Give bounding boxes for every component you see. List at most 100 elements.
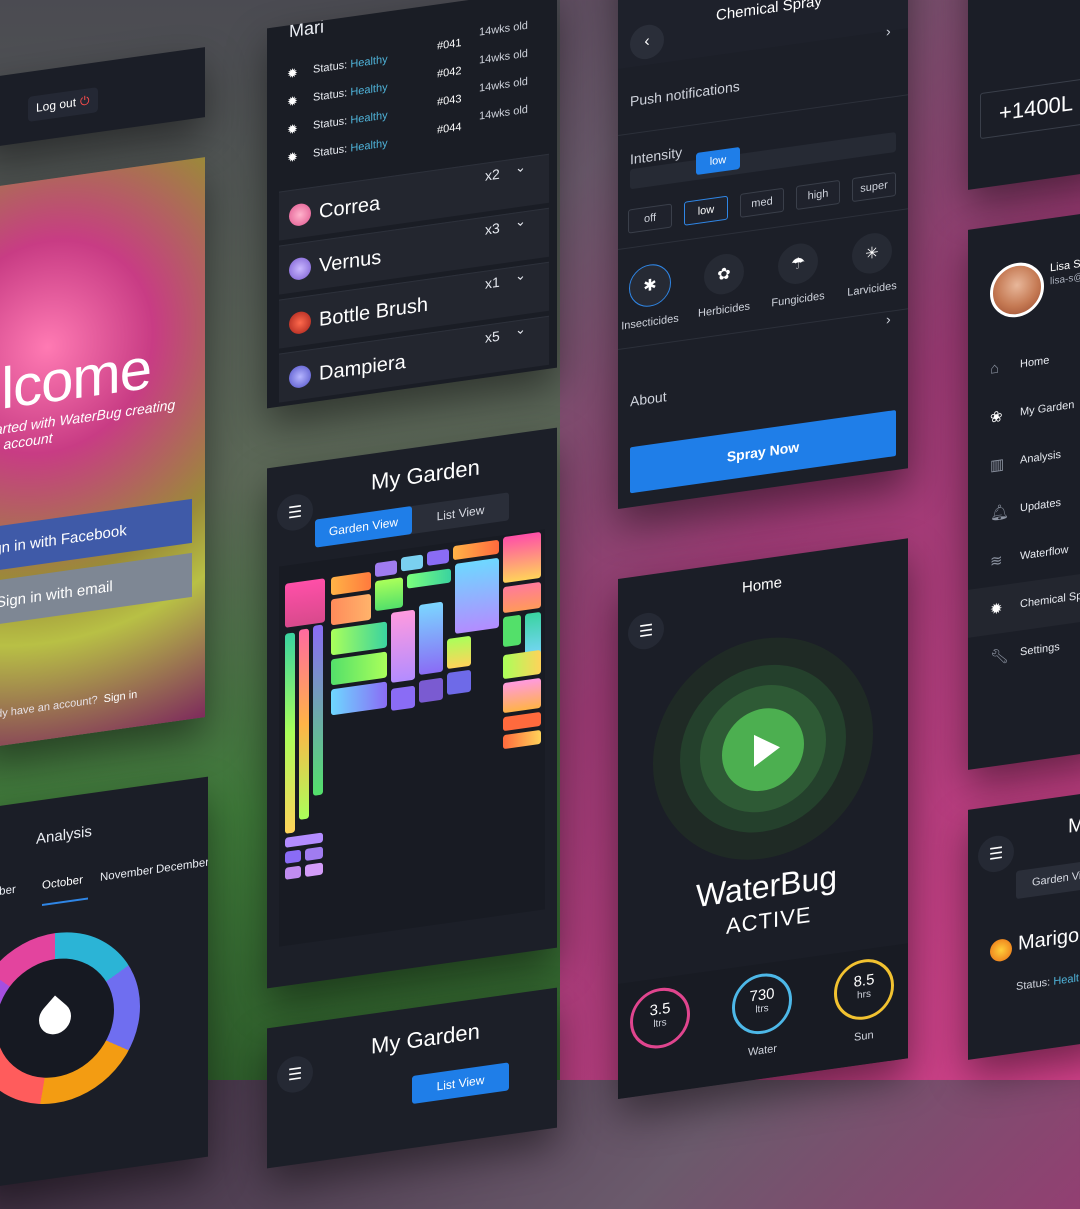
garden-plot[interactable]: [401, 554, 423, 572]
chevron-right-icon[interactable]: ›: [886, 311, 891, 328]
plant-name: Marigo: [1018, 924, 1080, 955]
garden-plot[interactable]: [375, 577, 403, 612]
plant-number: #042: [437, 65, 462, 81]
analysis-card: Analysis tember October November Decembe…: [0, 776, 208, 1189]
garden-plot[interactable]: [331, 593, 371, 626]
status-value: Healthy: [350, 53, 388, 71]
chemical-fungicides[interactable]: ☂ Fungicides: [768, 240, 828, 310]
chemical-label: Herbicides: [698, 300, 750, 320]
garden-plot[interactable]: [331, 621, 387, 656]
garden-plot[interactable]: [503, 649, 541, 680]
level-high[interactable]: high: [796, 179, 840, 211]
garden-plot[interactable]: [331, 651, 387, 686]
tab-month[interactable]: December: [156, 857, 208, 876]
plant-name: Bottle Brush: [319, 293, 428, 332]
level-off[interactable]: off: [628, 203, 672, 234]
garden-plot[interactable]: [447, 635, 471, 670]
water-total-value: +1400L: [980, 76, 1080, 140]
garden-plot[interactable]: [285, 832, 323, 848]
logout-button[interactable]: Log out ⏻: [28, 87, 98, 122]
signin-link[interactable]: Sign in: [104, 689, 138, 706]
spray-now-button[interactable]: Spray Now: [630, 409, 896, 494]
hamburger-menu-icon[interactable]: ☰: [628, 610, 664, 652]
garden-plot[interactable]: [391, 609, 415, 683]
garden-plot[interactable]: [375, 560, 397, 578]
level-med[interactable]: med: [740, 187, 784, 218]
garden-plot[interactable]: [305, 846, 323, 862]
status-label: Status:: [313, 143, 348, 160]
garden-plot[interactable]: [285, 849, 301, 864]
chemical-insecticides[interactable]: ✱ Insecticides: [620, 260, 680, 333]
tab-list-view[interactable]: List View: [412, 492, 509, 534]
garden-plot[interactable]: [503, 581, 541, 614]
chemical-larvicides[interactable]: ✳ Larvicides: [842, 229, 902, 299]
garden-plot[interactable]: [285, 632, 295, 834]
garden-plot[interactable]: [419, 601, 443, 676]
garden-plot[interactable]: [503, 677, 541, 714]
garden-plot[interactable]: [299, 628, 309, 820]
month-tabs: tember October November December: [0, 857, 208, 915]
plant-name: Correa: [319, 192, 381, 224]
push-notifications-label[interactable]: Push notifications: [630, 78, 740, 109]
home-icon: ⌂: [990, 359, 1000, 378]
status-label: Status:: [1016, 976, 1051, 994]
tab-garden-view[interactable]: Garden Vi: [1016, 857, 1080, 900]
garden-plot[interactable]: [419, 677, 443, 704]
garden-plot[interactable]: [331, 571, 371, 596]
chevron-right-icon[interactable]: ›: [886, 23, 891, 40]
garden-plot[interactable]: [285, 578, 325, 628]
garden-plot[interactable]: [285, 865, 301, 880]
user-email: lisa-s@: [1050, 271, 1080, 288]
garden-title: My Garden: [371, 454, 480, 495]
have-account-text: ady have an account? Sign in: [0, 689, 137, 722]
flower-icon: [289, 256, 311, 282]
chevron-down-icon[interactable]: ⌄: [515, 213, 526, 231]
plant-qty: x1: [485, 273, 500, 292]
hamburger-menu-icon[interactable]: ☰: [277, 1053, 313, 1095]
garden-plot[interactable]: [453, 539, 499, 561]
gear-icon: ✹: [287, 93, 298, 110]
tab-month[interactable]: tember: [0, 884, 16, 901]
hamburger-menu-icon[interactable]: ☰: [277, 491, 313, 533]
nav-drawer-card: Lisa S lisa-s@ ⌂ Home ❀ My Garden ▥ Analysi…: [968, 210, 1080, 770]
tab-month[interactable]: November: [100, 864, 153, 883]
garden-plot[interactable]: [331, 681, 387, 716]
garden-plot[interactable]: [391, 685, 415, 711]
garden-plot[interactable]: [313, 624, 323, 796]
garden-plot[interactable]: [503, 711, 541, 732]
tab-list-view[interactable]: List View: [412, 1062, 509, 1104]
tab-garden-view[interactable]: Garden View: [315, 505, 412, 548]
chevron-down-icon[interactable]: ⌄: [515, 159, 526, 177]
flower-icon: [289, 310, 311, 336]
nav-label: Waterflow: [1020, 543, 1069, 563]
plant-qty: x5: [485, 327, 500, 346]
chemical-spray-card: ‹ Chemical Spray › Push notifications In…: [618, 0, 908, 510]
garden-plot[interactable]: [427, 548, 449, 566]
about-label[interactable]: About: [630, 388, 667, 409]
status-text: Status: Healt: [1016, 972, 1079, 993]
chevron-down-icon[interactable]: ⌄: [515, 267, 526, 285]
chemical-label: Larvicides: [847, 279, 897, 299]
chemical-label: Insecticides: [621, 312, 679, 333]
garden-plot[interactable]: [503, 614, 521, 648]
garden-plot[interactable]: [503, 729, 541, 750]
plant-qty: x3: [485, 219, 500, 238]
garden-plot[interactable]: [305, 862, 323, 878]
nav-label: Chemical Sp: [1020, 589, 1080, 611]
status-label: Status:: [313, 87, 348, 104]
garden-plot[interactable]: [447, 669, 471, 696]
level-super[interactable]: super: [852, 171, 896, 203]
garden-plot[interactable]: [407, 568, 451, 589]
garden-plot[interactable]: [455, 557, 499, 634]
avatar[interactable]: [990, 259, 1044, 321]
status-value: Healthy: [350, 109, 388, 127]
chemical-herbicides[interactable]: ✿ Herbicides: [694, 250, 754, 320]
tab-month-active[interactable]: October: [42, 874, 83, 892]
hamburger-menu-icon[interactable]: ☰: [978, 833, 1014, 875]
garden-plot[interactable]: [503, 531, 541, 584]
chevron-down-icon[interactable]: ⌄: [515, 321, 526, 339]
flower-icon: [990, 937, 1012, 963]
home-card: ☰ Home WaterBug ACTIVE 3.5 ltrs 730 ltrs…: [618, 538, 908, 1100]
waves-icon: ≋: [990, 551, 1003, 571]
level-low[interactable]: low: [684, 195, 728, 226]
